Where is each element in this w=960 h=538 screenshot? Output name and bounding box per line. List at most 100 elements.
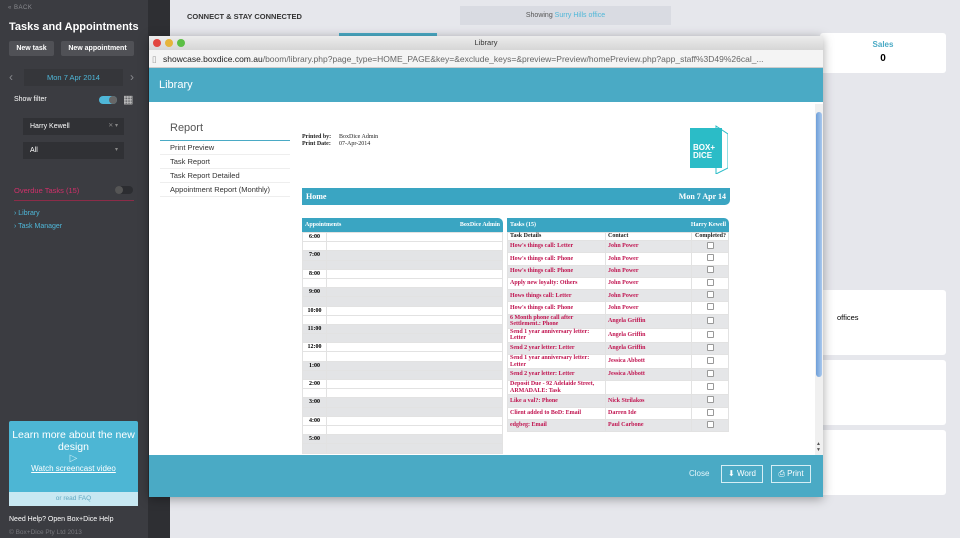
task-details[interactable]: Like a val?: Phone	[507, 394, 606, 408]
faq-link[interactable]: or read FAQ	[9, 492, 138, 506]
clear-icon[interactable]: ✕ ▾	[108, 118, 118, 135]
task-details[interactable]: How's things call: Letter	[507, 239, 606, 254]
watch-video-link[interactable]: Watch screencast video	[9, 464, 138, 473]
appointment-slot	[302, 314, 503, 325]
completed-checkbox[interactable]	[706, 241, 714, 249]
nav-item-task-report-detailed[interactable]: Task Report Detailed	[160, 169, 290, 183]
offices-card[interactable]: offices	[820, 290, 946, 355]
nav-item-appointment-report[interactable]: Appointment Report (Monthly)	[160, 183, 290, 197]
task-details[interactable]: Send 2 year letter: Letter	[507, 368, 606, 382]
date-display[interactable]: Mon 7 Apr 2014	[24, 69, 123, 86]
dashboard-card[interactable]	[820, 430, 946, 495]
appointments-title: Appointments	[305, 222, 342, 228]
type-filter-select[interactable]: All ▾	[23, 142, 124, 159]
help-link[interactable]: Need Help? Open Box+Dice Help	[9, 516, 113, 523]
boxdice-logo: BOX+ DICE	[690, 124, 729, 175]
appointment-slot: 3:00	[302, 397, 503, 408]
task-details[interactable]: How's things call: Phone	[507, 264, 606, 278]
task-details[interactable]: Send 1 year anniversary letter: Letter	[507, 327, 606, 343]
sales-card[interactable]: Sales 0	[820, 33, 946, 73]
task-details[interactable]: How's things call: Phone	[507, 252, 606, 266]
new-appointment-button[interactable]: New appointment	[61, 41, 134, 56]
task-details[interactable]: Apply new loyalty: Others	[507, 276, 606, 291]
hour-label: 2:00	[302, 378, 327, 390]
task-details[interactable]: Send 1 year anniversary letter: Letter	[507, 354, 606, 370]
task-details[interactable]: Send 2 year letter: Letter	[507, 341, 606, 356]
staff-filter-select[interactable]: Harry Kewell ✕ ▾	[23, 118, 124, 135]
task-details[interactable]: Hows things call: Letter	[507, 289, 606, 303]
close-button[interactable]: Close	[689, 469, 709, 478]
completed-checkbox[interactable]	[706, 369, 714, 377]
task-contact[interactable]: Jessica Abbott	[605, 354, 692, 370]
completed-checkbox[interactable]	[706, 291, 714, 299]
prev-date-icon[interactable]: ‹	[9, 70, 13, 84]
completed-checkbox[interactable]	[706, 408, 714, 416]
hour-label	[302, 388, 327, 399]
showing-label: Showing	[525, 12, 553, 19]
office-indicator[interactable]: Showing Surry Hills office	[460, 6, 671, 25]
task-contact[interactable]: Paul Carbone	[605, 418, 692, 433]
task-contact[interactable]: Angela Griffin	[605, 313, 692, 329]
download-icon: ⬇	[728, 469, 735, 478]
show-filter-toggle[interactable]	[99, 96, 117, 104]
task-details[interactable]: Deposit Due - 92 Adelaide Street, ARMADA…	[507, 380, 606, 396]
task-contact[interactable]: Nick Strilakos	[605, 394, 692, 408]
completed-checkbox[interactable]	[706, 266, 714, 274]
slot-cell	[326, 296, 503, 307]
completed-checkbox[interactable]	[706, 303, 714, 311]
sidebar-link-task-manager[interactable]: › Task Manager	[14, 223, 62, 230]
completed-checkbox[interactable]	[706, 254, 714, 262]
next-date-icon[interactable]: ›	[130, 70, 134, 84]
completed-checkbox[interactable]	[706, 316, 714, 324]
task-contact[interactable]: John Power	[605, 239, 692, 254]
task-contact[interactable]: Darren Ide	[605, 406, 692, 420]
nav-item-print-preview[interactable]: Print Preview	[160, 141, 290, 155]
word-button[interactable]: ⬇ Word	[721, 465, 763, 483]
task-details[interactable]: 6 Month phone call after Settlement.: Ph…	[507, 313, 606, 329]
url-bar[interactable]: ▯ showcase.boxdice.com.au/boom/library.ph…	[149, 50, 823, 68]
play-icon[interactable]: ▷	[9, 453, 138, 464]
zoom-window-icon[interactable]	[177, 39, 185, 47]
overdue-toggle[interactable]	[115, 186, 133, 194]
completed-checkbox[interactable]	[706, 396, 714, 404]
task-contact[interactable]: Jessica Abbott	[605, 368, 692, 382]
completed-checkbox[interactable]	[706, 343, 714, 351]
hour-label: 1:00	[302, 360, 327, 371]
appointment-slot: 8:00	[302, 268, 503, 279]
task-contact[interactable]	[605, 380, 692, 396]
print-button[interactable]: ⎙ Print	[771, 465, 811, 483]
task-details[interactable]: edgbeg: Email	[507, 418, 606, 433]
scroll-arrows-icon[interactable]: ▲ ▼	[816, 441, 821, 453]
completed-checkbox[interactable]	[706, 278, 714, 286]
copyright: © Box+Dice Pty Ltd 2013	[9, 529, 82, 536]
scrollbar-thumb[interactable]	[816, 112, 822, 377]
task-contact[interactable]: Angela Griffin	[605, 341, 692, 356]
sidebar-link-library[interactable]: › Library	[14, 210, 40, 217]
task-contact[interactable]: John Power	[605, 289, 692, 303]
hour-label	[302, 369, 327, 381]
task-contact[interactable]: John Power	[605, 264, 692, 278]
slot-cell	[326, 369, 503, 381]
task-row: How's things call: Phone John Power	[507, 301, 729, 315]
page-header: CONNECT & STAY CONNECTED	[187, 12, 302, 21]
calendar-icon[interactable]: ▦	[123, 93, 133, 106]
window-titlebar[interactable]: Library	[149, 36, 823, 50]
task-contact[interactable]: John Power	[605, 252, 692, 266]
completed-checkbox[interactable]	[706, 420, 714, 428]
library-window: Library ▯ showcase.boxdice.com.au/boom/li…	[149, 36, 823, 497]
new-task-button[interactable]: New task	[9, 41, 54, 56]
close-window-icon[interactable]	[153, 39, 161, 47]
completed-checkbox[interactable]	[706, 356, 714, 364]
nav-item-task-report[interactable]: Task Report	[160, 155, 290, 169]
task-details[interactable]: Client added to BoD: Email	[507, 406, 606, 420]
minimize-window-icon[interactable]	[165, 39, 173, 47]
scrollbar[interactable]: ▲ ▼	[815, 104, 823, 455]
task-details[interactable]: How's things call: Phone	[507, 301, 606, 315]
completed-checkbox[interactable]	[706, 383, 714, 391]
completed-checkbox[interactable]	[706, 330, 714, 338]
task-contact[interactable]: John Power	[605, 301, 692, 315]
back-link[interactable]: « BACK	[8, 5, 32, 11]
task-contact[interactable]: John Power	[605, 276, 692, 291]
task-contact[interactable]: Angela Griffin	[605, 327, 692, 343]
dashboard-card[interactable]	[820, 360, 946, 425]
